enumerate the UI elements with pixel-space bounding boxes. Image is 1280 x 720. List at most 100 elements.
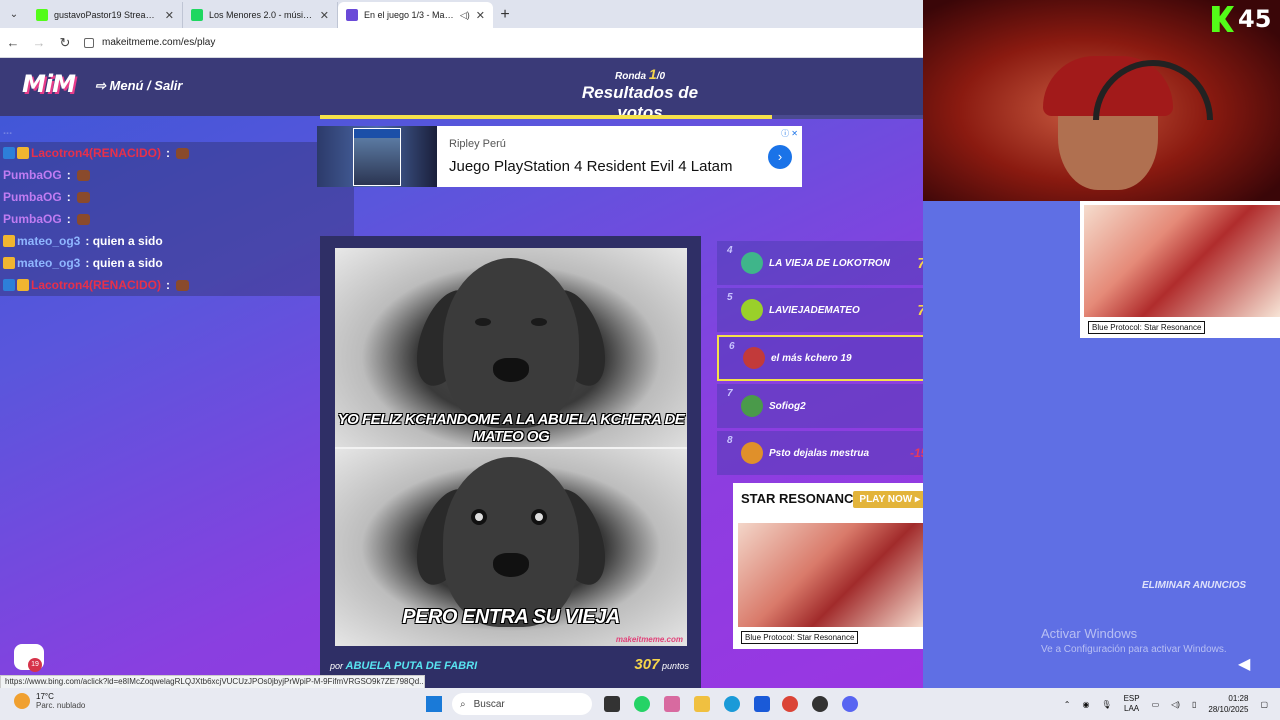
meme-score: 307 puntos [634,656,689,673]
chat-text: : quien a sido [85,234,163,248]
forward-icon[interactable]: → [32,35,46,50]
taskbar-search[interactable]: ⌕ Buscar [452,693,592,715]
player-score: 76 [904,302,923,319]
tab-favicon-icon [36,9,48,21]
network-icon[interactable]: ▭ [1152,700,1160,709]
stream-chat: ... Lacotron4(RENACIDO): PumbaOG: PumbaOG:… [0,120,354,296]
ad-artwork[interactable] [738,523,923,627]
meme-top-panel: YO FELIZ KCHANDOME A LA ABUELA KCHERA DE… [335,248,687,447]
game-area: MiM ⇨ Menú / Salir Ronda 1/0 Resultados … [0,58,923,688]
site-info-icon[interactable] [84,37,94,48]
dog-nose [493,358,529,382]
browser-tab[interactable]: gustavoPastor19 Stream - Watc ✕ [28,2,183,28]
dog-head [443,258,579,428]
tab-close-icon[interactable]: ✕ [165,9,174,22]
tab-close-icon[interactable]: ✕ [476,9,485,22]
leaderboard-row: 7 Sofiog2 0 [717,384,923,428]
crown-badge-icon [3,235,15,247]
tray-app-icon[interactable]: ◉ [1082,700,1089,709]
chat-username[interactable]: Lacotron4(RENACIDO) [31,146,161,160]
store-icon[interactable] [754,696,770,712]
play-now-button[interactable]: PLAY NOW ▸ [853,491,923,508]
meme-top-caption: YO FELIZ KCHANDOME A LA ABUELA KCHERA DE… [337,411,685,445]
ad-product-image[interactable] [317,126,437,187]
task-view-icon[interactable] [604,696,620,712]
ad-game-name[interactable]: Blue Protocol: Star Resonance [741,631,859,644]
new-tab-button[interactable]: + [493,2,517,28]
game-header: MiM ⇨ Menú / Salir Ronda 1/0 Resultados … [0,58,923,122]
player-score: 0 [902,350,923,367]
chat-username[interactable]: PumbaOG [3,190,62,204]
weather-widget[interactable]: 17°C Parc. nublado [14,692,85,710]
chat-username[interactable]: mateo_og3 [17,256,80,270]
ad-game-title[interactable]: STAR RESONANCE [741,491,862,506]
ad-info-icon[interactable]: ⓘ ✕ [781,128,798,139]
mim-logo[interactable]: MiM [22,70,76,98]
player-score: -152 [909,446,923,460]
browser-tab[interactable]: Los Menores 2.0 - música y letr ✕ [183,2,338,28]
reload-icon[interactable]: ↻ [58,35,72,51]
viewer-count: 45 [1238,5,1272,33]
copilot-icon[interactable] [664,696,680,712]
meme-bottom-panel: PERO ENTRA SU VIEJA makeitmeme.com [335,449,687,646]
microphone-icon[interactable]: 🎙 [1101,700,1111,709]
battery-icon[interactable]: ▯ [1192,700,1196,709]
emote-icon [76,213,90,225]
side-ad-banner[interactable]: Blue Protocol: Star Resonance [1080,201,1280,338]
dog-nose [493,553,529,577]
side-ad-name[interactable]: Blue Protocol: Star Resonance [1088,321,1206,334]
tab-favicon-icon [346,9,358,21]
chat-username[interactable]: mateo_og3 [17,234,80,248]
meme-bottom-caption: PERO ENTRA SU VIEJA [402,606,620,628]
side-ad-artwork[interactable] [1084,205,1280,317]
tab-close-icon[interactable]: ✕ [320,9,329,22]
player-avatar [743,347,765,369]
weather-desc: Parc. nublado [36,701,86,710]
file-explorer-icon[interactable] [694,696,710,712]
remove-ads-link[interactable]: ELIMINAR ANUNCIOS [1142,580,1246,591]
discord-icon[interactable] [842,696,858,712]
chrome-icon[interactable] [782,696,798,712]
chat-username[interactable]: PumbaOG [3,212,62,226]
browser-tab[interactable]: En el juego 1/3 - Make it M ◁) ✕ [338,2,493,28]
leaderboard: 4LA VIEJA DE LOKOTRON765LAVIEJADEMATEO76… [717,241,923,478]
right-ad-banner[interactable]: STAR RESONANCE PLAY NOW ▸ Blue Protocol:… [733,483,923,649]
player-name: LA VIEJA DE LOKOTRON [769,257,890,269]
notifications-icon[interactable]: ▢ [1260,700,1268,709]
player-avatar [741,395,763,417]
url-field[interactable]: makeitmeme.com/es/play [102,37,215,48]
tab-title: En el juego 1/3 - Make it M [364,10,454,20]
obs-icon[interactable] [812,696,828,712]
back-icon[interactable]: ← [6,35,20,50]
speaker-icon[interactable]: ◀ [1238,654,1256,673]
player-rank: 5 [727,292,733,303]
tab-search-icon[interactable]: ⌄ [0,0,28,28]
ad-arrow-button[interactable]: › [768,144,792,169]
chat-username[interactable]: PumbaOG [3,168,62,182]
whatsapp-icon[interactable] [634,696,650,712]
emote-icon [76,191,90,203]
windows-start-icon[interactable] [426,696,442,712]
tab-audio-icon[interactable]: ◁) [460,10,470,21]
player-avatar [741,442,763,464]
weather-icon [14,693,30,709]
clock-date: 28/10/2025 [1208,705,1249,714]
menu-exit-link[interactable]: ⇨ Menú / Salir [95,78,182,94]
edge-icon[interactable] [724,696,740,712]
browser-tab-bar: ⌄ gustavoPastor19 Stream - Watc✕Los Meno… [0,0,923,28]
chat-message: mateo_og3 : quien a sido [0,230,354,252]
chat-username[interactable]: Lacotron4(RENACIDO) [31,278,161,292]
volume-icon[interactable]: ◁) [1171,700,1180,709]
language-indicator[interactable]: ESP LAA [1124,694,1140,714]
ad-title[interactable]: Juego PlayStation 4 Resident Evil 4 Lata… [449,158,768,175]
status-url: https://www.bing.com/aclick?ld=e8IMcZoqw… [0,675,425,689]
top-ad-banner[interactable]: Ripley Perú Juego PlayStation 4 Resident… [317,126,802,187]
ad-brand[interactable]: Ripley Perú [449,138,768,150]
clock-time: 01:28 [1228,694,1249,703]
author-prefix: por [330,661,344,671]
chat-message: Lacotron4(RENACIDO): [0,274,354,296]
clock[interactable]: 01:28 28/10/2025 [1208,693,1248,715]
player-score: 76 [904,255,923,272]
tray-chevron-icon[interactable]: ⌃ [1064,700,1071,709]
leaderboard-row: 6 el más kchero 19 0 [717,335,923,381]
